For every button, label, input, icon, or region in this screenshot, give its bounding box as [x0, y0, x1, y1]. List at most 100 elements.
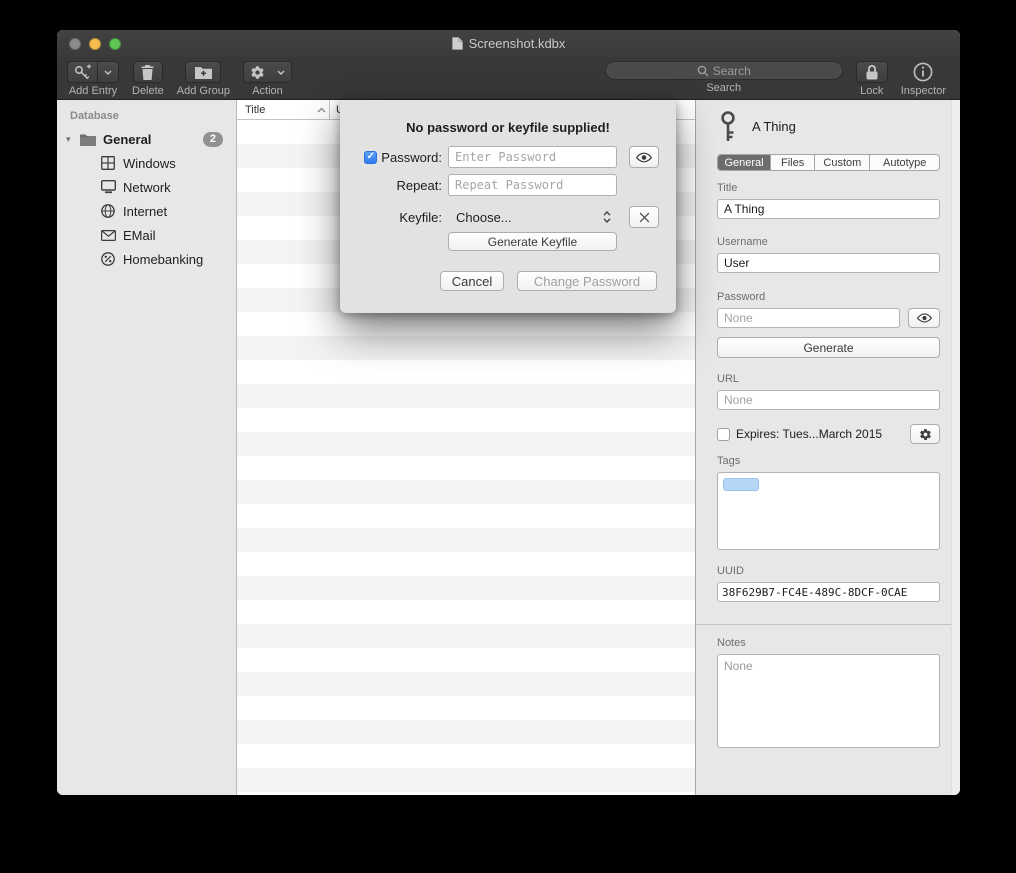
url-input[interactable] [717, 390, 940, 410]
inspector-tabs: General Files Custom Autotype [717, 154, 940, 171]
password-checkbox[interactable]: ✓ [364, 151, 377, 164]
gear-icon [244, 62, 271, 82]
delete-label: Delete [132, 85, 164, 97]
keyfile-popup-value: Choose... [456, 210, 512, 225]
tab-autotype[interactable]: Autotype [870, 155, 939, 170]
close-x-icon [639, 212, 650, 223]
toolbar-delete: Delete [132, 61, 164, 97]
globe-icon [98, 204, 118, 218]
search-input[interactable]: Search [605, 61, 843, 80]
search-label: Search [706, 82, 741, 94]
cancel-button[interactable]: Cancel [440, 271, 504, 291]
lock-label: Lock [860, 85, 883, 97]
document-icon [452, 37, 463, 50]
entry-title: A Thing [752, 119, 796, 134]
sidebar-item-email[interactable]: EMail [57, 223, 236, 247]
expires-label: Expires: Tues...March 2015 [736, 427, 882, 441]
tag-token[interactable] [723, 478, 759, 491]
toolbar-action: Action [243, 61, 292, 97]
sidebar-item-general[interactable]: ▾ General 2 [57, 127, 236, 151]
expires-row: Expires: Tues...March 2015 [717, 424, 940, 444]
action-button[interactable] [243, 61, 292, 83]
inspector-header: A Thing [717, 108, 940, 144]
title-field-label: Title [717, 182, 940, 194]
toolbar-add-group: Add Group [177, 61, 230, 97]
traffic-lights [69, 30, 121, 57]
password-field-label: Password [717, 291, 940, 303]
notes-textarea[interactable] [717, 654, 940, 748]
add-entry-button[interactable] [67, 61, 119, 83]
dialog-repeat-label: Repeat: [396, 178, 442, 193]
enter-password-input[interactable] [448, 146, 617, 168]
group-label: Windows [123, 156, 176, 171]
minimize-button[interactable] [89, 38, 101, 50]
app-window: Screenshot.kdbx Add Entry Delete [57, 30, 960, 795]
delete-button[interactable] [133, 61, 163, 83]
search-icon [697, 65, 709, 77]
column-title-label: Title [245, 104, 265, 116]
keyfile-row: Keyfile: Choose... [362, 206, 655, 228]
close-button[interactable] [69, 38, 81, 50]
disclosure-triangle-icon[interactable]: ▾ [66, 134, 78, 145]
popup-stepper-icon [603, 211, 611, 223]
sidebar-item-homebanking[interactable]: Homebanking [57, 247, 236, 271]
expires-settings-button[interactable] [910, 424, 940, 444]
toolbar-add-entry: Add Entry [67, 61, 119, 97]
password-input[interactable] [717, 308, 900, 328]
keyfile-popup[interactable]: Choose... [448, 206, 617, 228]
sidebar-item-internet[interactable]: Internet [57, 199, 236, 223]
titlebar[interactable]: Screenshot.kdbx [57, 30, 960, 57]
repeat-password-input[interactable] [448, 174, 617, 196]
uuid-label: UUID [717, 565, 940, 577]
tags-box[interactable] [717, 472, 940, 550]
tab-general[interactable]: General [718, 155, 771, 170]
sidebar-header: Database [70, 110, 236, 122]
change-password-button[interactable]: Change Password [517, 271, 657, 291]
trash-icon [141, 65, 154, 80]
reveal-password-button[interactable] [629, 146, 659, 168]
add-group-button[interactable] [185, 61, 221, 83]
window-title: Screenshot.kdbx [469, 36, 566, 51]
sidebar: Database ▾ General 2 Windows Networ [57, 100, 237, 795]
monitor-icon [98, 180, 118, 194]
zoom-button[interactable] [109, 38, 121, 50]
tags-label: Tags [717, 455, 940, 467]
title-input[interactable] [717, 199, 940, 219]
uuid-input[interactable] [717, 582, 940, 602]
key-plus-icon [68, 62, 97, 82]
add-group-label: Add Group [177, 85, 230, 97]
sidebar-item-windows[interactable]: Windows [57, 151, 236, 175]
sidebar-item-network[interactable]: Network [57, 175, 236, 199]
sort-ascending-icon [317, 107, 326, 113]
toolbar: Add Entry Delete Add Group [57, 57, 960, 100]
gear-icon [919, 428, 932, 441]
inspector-scrollbar[interactable] [951, 100, 960, 795]
group-label: Internet [123, 204, 167, 219]
toolbar-lock: Lock [856, 61, 888, 97]
show-password-button[interactable] [908, 308, 940, 328]
username-field-label: Username [717, 236, 940, 248]
envelope-icon [98, 230, 118, 241]
expires-checkbox[interactable] [717, 428, 730, 441]
lock-button[interactable] [856, 61, 888, 83]
clear-keyfile-button[interactable] [629, 206, 659, 228]
dialog-keyfile-label: Keyfile: [399, 210, 442, 225]
action-label: Action [252, 85, 283, 97]
inspector-label: Inspector [901, 85, 946, 97]
generate-keyfile-button[interactable]: Generate Keyfile [448, 232, 617, 251]
username-input[interactable] [717, 253, 940, 273]
toolbar-search: Search Search [605, 61, 843, 94]
action-chevron-icon[interactable] [271, 62, 291, 82]
dialog-password-label: Password: [381, 150, 442, 165]
notes-label: Notes [717, 637, 940, 649]
search-placeholder: Search [713, 64, 751, 78]
generate-password-button[interactable]: Generate [717, 337, 940, 358]
column-header-title[interactable]: Title [237, 100, 330, 119]
tab-custom[interactable]: Custom [815, 155, 870, 170]
group-label: Network [123, 180, 171, 195]
add-entry-chevron-icon[interactable] [98, 62, 118, 82]
password-row: ✓ Password: [362, 146, 655, 168]
change-password-sheet: No password or keyfile supplied! ✓ Passw… [340, 100, 676, 313]
inspector-toggle-button[interactable] [913, 61, 933, 83]
tab-files[interactable]: Files [771, 155, 815, 170]
